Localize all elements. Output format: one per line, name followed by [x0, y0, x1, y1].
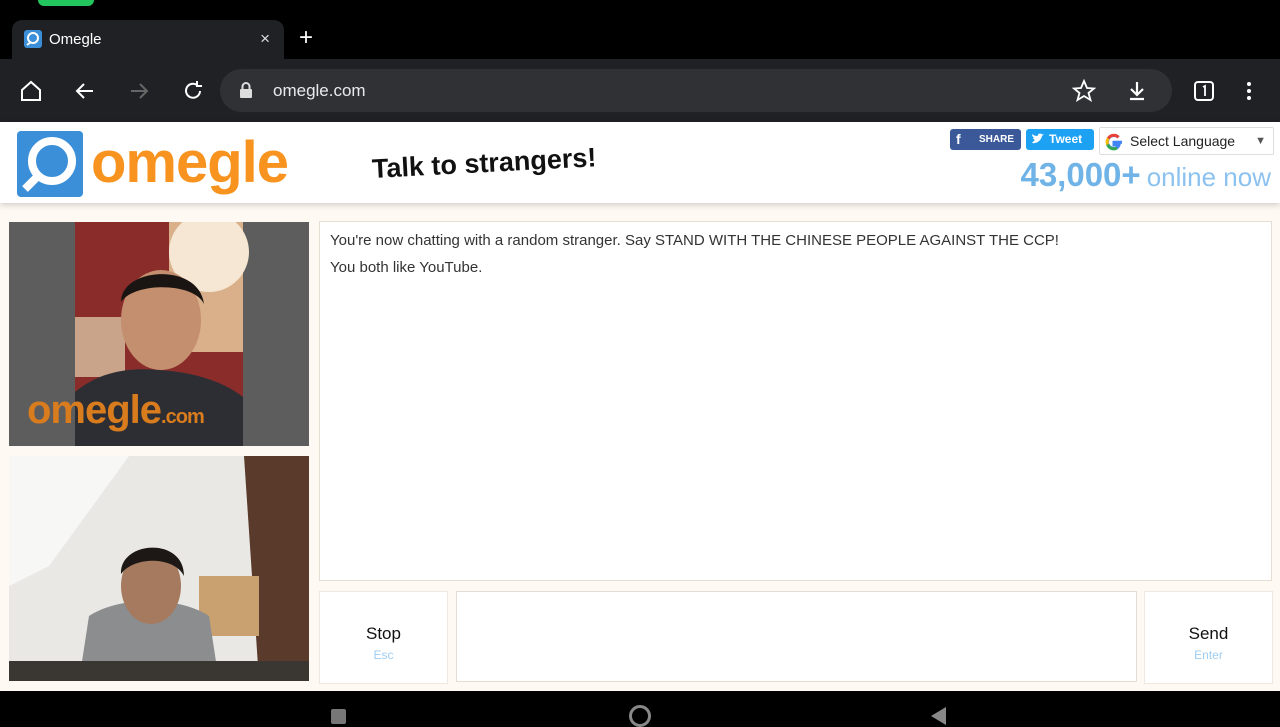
- android-nav-bar: [0, 691, 1280, 727]
- new-tab-button[interactable]: +: [299, 26, 313, 50]
- back-nav-icon[interactable]: [931, 707, 946, 725]
- home-icon[interactable]: [19, 79, 43, 103]
- stranger-video: omegle.com: [9, 222, 309, 446]
- online-label: online now: [1146, 162, 1271, 192]
- stop-key-hint: Esc: [373, 648, 394, 662]
- google-icon: [1105, 133, 1122, 151]
- menu-icon[interactable]: [1237, 79, 1261, 103]
- system-message: You're now chatting with a random strang…: [330, 232, 1059, 249]
- video-watermark: omegle.com: [27, 388, 205, 432]
- stop-label: Stop: [366, 624, 401, 643]
- browser-toolbar: omegle.com: [0, 59, 1280, 122]
- download-icon[interactable]: [1125, 79, 1149, 103]
- battery-pill: [38, 0, 94, 6]
- chat-log: You're now chatting with a random strang…: [319, 221, 1272, 581]
- address-bar[interactable]: omegle.com: [220, 69, 1172, 112]
- tagline: Talk to strangers!: [371, 142, 598, 184]
- lock-icon: [240, 82, 252, 98]
- tab-count-icon[interactable]: [1192, 79, 1216, 103]
- self-video-frame: [9, 456, 309, 681]
- tab-omegle[interactable]: Omegle ×: [12, 20, 284, 59]
- back-icon[interactable]: [73, 79, 97, 103]
- tweet-button[interactable]: Tweet: [1026, 129, 1094, 150]
- tab-title: Omegle: [49, 31, 102, 48]
- url-text[interactable]: omegle.com: [273, 81, 366, 101]
- send-button[interactable]: Send Enter: [1144, 591, 1273, 684]
- logo-text[interactable]: omegle: [91, 130, 289, 196]
- status-bar: [0, 0, 1280, 14]
- home-nav-icon[interactable]: [629, 705, 651, 727]
- forward-icon[interactable]: [127, 79, 151, 103]
- system-message: You both like YouTube.: [330, 259, 483, 276]
- site-header: omegle Talk to strangers! f SHARE Tweet …: [0, 122, 1280, 203]
- omegle-page: omegle Talk to strangers! f SHARE Tweet …: [0, 122, 1280, 691]
- language-select[interactable]: Select Language ▼: [1099, 127, 1274, 155]
- self-video: [9, 456, 309, 681]
- close-tab-icon[interactable]: ×: [260, 29, 270, 49]
- online-number: 43,000+: [1020, 156, 1141, 193]
- stop-button[interactable]: Stop Esc: [319, 591, 448, 684]
- tab-strip: Omegle × +: [0, 14, 1280, 59]
- omegle-logo-icon[interactable]: [17, 131, 83, 197]
- star-icon[interactable]: [1072, 79, 1096, 103]
- send-key-hint: Enter: [1194, 648, 1223, 662]
- send-label: Send: [1188, 624, 1229, 643]
- facebook-icon: f: [956, 131, 961, 147]
- reload-icon[interactable]: [181, 79, 205, 103]
- twitter-icon: [1032, 133, 1044, 144]
- facebook-share-button[interactable]: f SHARE: [950, 129, 1021, 150]
- language-label: Select Language: [1130, 133, 1236, 149]
- message-input[interactable]: [456, 591, 1137, 682]
- chevron-down-icon: ▼: [1255, 135, 1266, 147]
- online-count: 43,000+ online now: [1020, 156, 1271, 194]
- chat-controls: Stop Esc Send Enter: [319, 591, 1273, 684]
- omegle-favicon-icon: [24, 30, 42, 48]
- recents-icon[interactable]: [331, 709, 346, 724]
